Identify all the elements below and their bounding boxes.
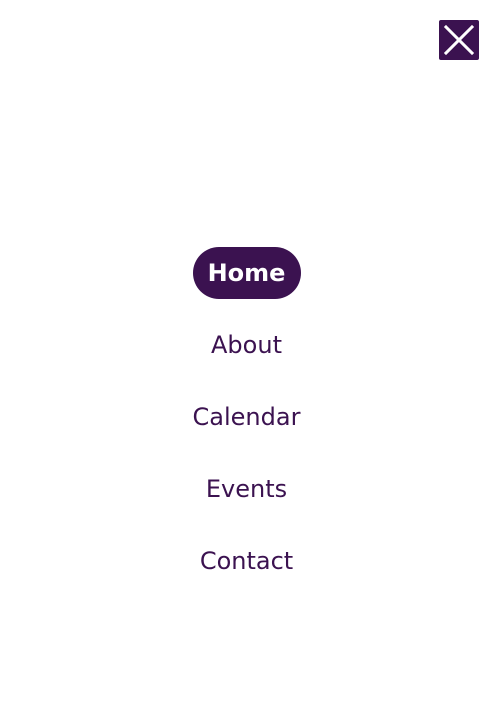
- mobile-nav-overlay: Home About Calendar Events Contact: [0, 0, 493, 722]
- nav-item-contact[interactable]: Contact: [200, 535, 293, 587]
- nav-item-about[interactable]: About: [211, 319, 282, 371]
- nav-item-home[interactable]: Home: [192, 247, 301, 299]
- nav-item-events[interactable]: Events: [206, 463, 287, 515]
- close-menu-button[interactable]: [439, 20, 479, 60]
- close-icon: [444, 25, 474, 55]
- nav-menu: Home About Calendar Events Contact: [0, 247, 493, 607]
- nav-item-calendar[interactable]: Calendar: [193, 391, 301, 443]
